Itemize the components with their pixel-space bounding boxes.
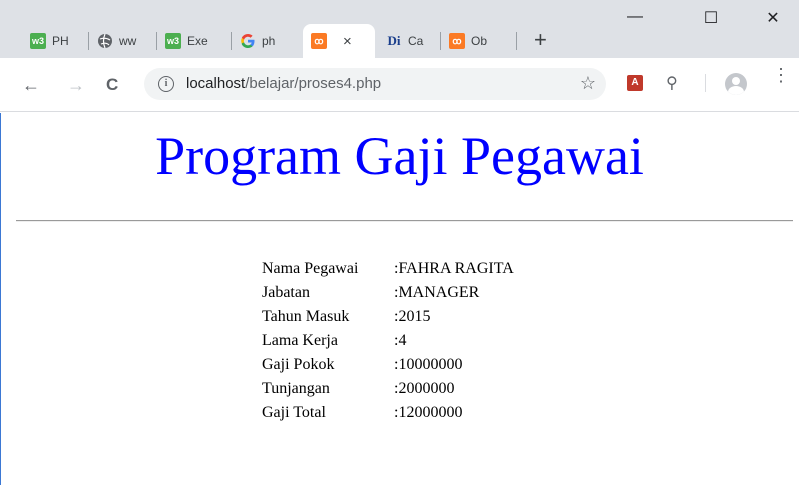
globe-icon xyxy=(97,33,113,49)
page-content: Program Gaji Pegawai Nama Pegawai :FAHRA… xyxy=(0,113,799,485)
xampp-icon: ꝏ xyxy=(311,33,327,49)
toolbar-divider xyxy=(705,74,706,92)
tab-2[interactable]: ww xyxy=(89,24,155,58)
reload-button[interactable]: C xyxy=(106,75,118,95)
field-value: :12000000 xyxy=(394,404,463,421)
xampp-icon: ꝏ xyxy=(449,33,465,49)
minimize-button[interactable]: — xyxy=(612,8,658,26)
dictionary-icon: Di xyxy=(387,33,401,48)
url-host: localhost xyxy=(186,75,246,92)
field-value: :4 xyxy=(394,332,407,349)
w3schools-icon: w3 xyxy=(30,33,46,49)
pdf-extension-icon[interactable]: A xyxy=(627,75,643,91)
site-info-icon[interactable]: i xyxy=(158,76,174,92)
tab-strip: w3 PH ww w3 Exe ph ꝏ × Di Ca ꝏ Ob + — ☐ … xyxy=(0,0,799,58)
table-row: Gaji Total :12000000 xyxy=(260,401,516,425)
field-label: Tahun Masuk xyxy=(262,308,350,325)
menu-icon[interactable]: ⋮ xyxy=(772,66,790,84)
back-button[interactable]: ← xyxy=(22,75,40,96)
maximize-button[interactable]: ☐ xyxy=(688,8,734,28)
field-label: Nama Pegawai xyxy=(262,260,359,277)
field-value: :FAHRA RAGITA xyxy=(394,260,514,277)
w3schools-icon: w3 xyxy=(165,33,181,49)
field-label: Gaji Total xyxy=(262,404,326,421)
employee-info-table: Nama Pegawai :FAHRA RAGITA Jabatan :MANA… xyxy=(260,257,516,425)
browser-toolbar: ← → C i localhost/belajar/proses4.php ☆ xyxy=(0,58,799,112)
table-row: Tahun Masuk :2015 xyxy=(260,305,516,329)
google-icon xyxy=(240,33,256,49)
field-value: :2000000 xyxy=(394,380,455,397)
address-bar[interactable]: i localhost/belajar/proses4.php ☆ xyxy=(144,68,606,100)
horizontal-rule xyxy=(16,220,793,222)
profile-avatar-icon[interactable] xyxy=(725,73,747,95)
tab-title: ph xyxy=(262,34,276,48)
tab-divider xyxy=(516,32,517,50)
bookmark-star-icon[interactable]: ☆ xyxy=(580,73,596,94)
table-row: Nama Pegawai :FAHRA RAGITA xyxy=(260,257,516,281)
field-label: Lama Kerja xyxy=(262,332,338,349)
tab-title: Ob xyxy=(471,34,488,48)
table-row: Tunjangan :2000000 xyxy=(260,377,516,401)
field-value: :2015 xyxy=(394,308,431,325)
field-value: :10000000 xyxy=(394,356,463,373)
window-border xyxy=(0,113,1,485)
close-tab-icon[interactable]: × xyxy=(343,33,352,50)
tab-title: Ca xyxy=(408,34,424,48)
forward-button[interactable]: → xyxy=(67,75,85,96)
tab-title: PH xyxy=(52,34,69,48)
field-label: Gaji Pokok xyxy=(262,356,335,373)
field-label: Tunjangan xyxy=(262,380,330,397)
table-row: Lama Kerja :4 xyxy=(260,329,516,353)
search-extension-icon[interactable]: ⚲ xyxy=(666,73,678,93)
table-row: Jabatan :MANAGER xyxy=(260,281,516,305)
url-text[interactable]: localhost/belajar/proses4.php xyxy=(186,75,381,92)
tab-5-active[interactable]: ꝏ × xyxy=(303,24,375,58)
tab-4[interactable]: ph xyxy=(232,24,296,58)
tab-6[interactable]: Di Ca xyxy=(378,24,438,58)
tab-1[interactable]: w3 PH xyxy=(22,24,86,58)
close-window-button[interactable]: ✕ xyxy=(750,8,796,28)
tab-title: ww xyxy=(119,34,137,48)
tab-title: Exe xyxy=(187,34,208,48)
table-row: Gaji Pokok :10000000 xyxy=(260,353,516,377)
field-label: Jabatan xyxy=(262,284,310,301)
field-value: :MANAGER xyxy=(394,284,480,301)
page-title: Program Gaji Pegawai xyxy=(155,126,644,186)
tab-3[interactable]: w3 Exe xyxy=(157,24,229,58)
new-tab-button[interactable]: + xyxy=(534,29,547,51)
url-path: /belajar/proses4.php xyxy=(245,75,382,92)
tab-7[interactable]: ꝏ Ob xyxy=(441,24,507,58)
